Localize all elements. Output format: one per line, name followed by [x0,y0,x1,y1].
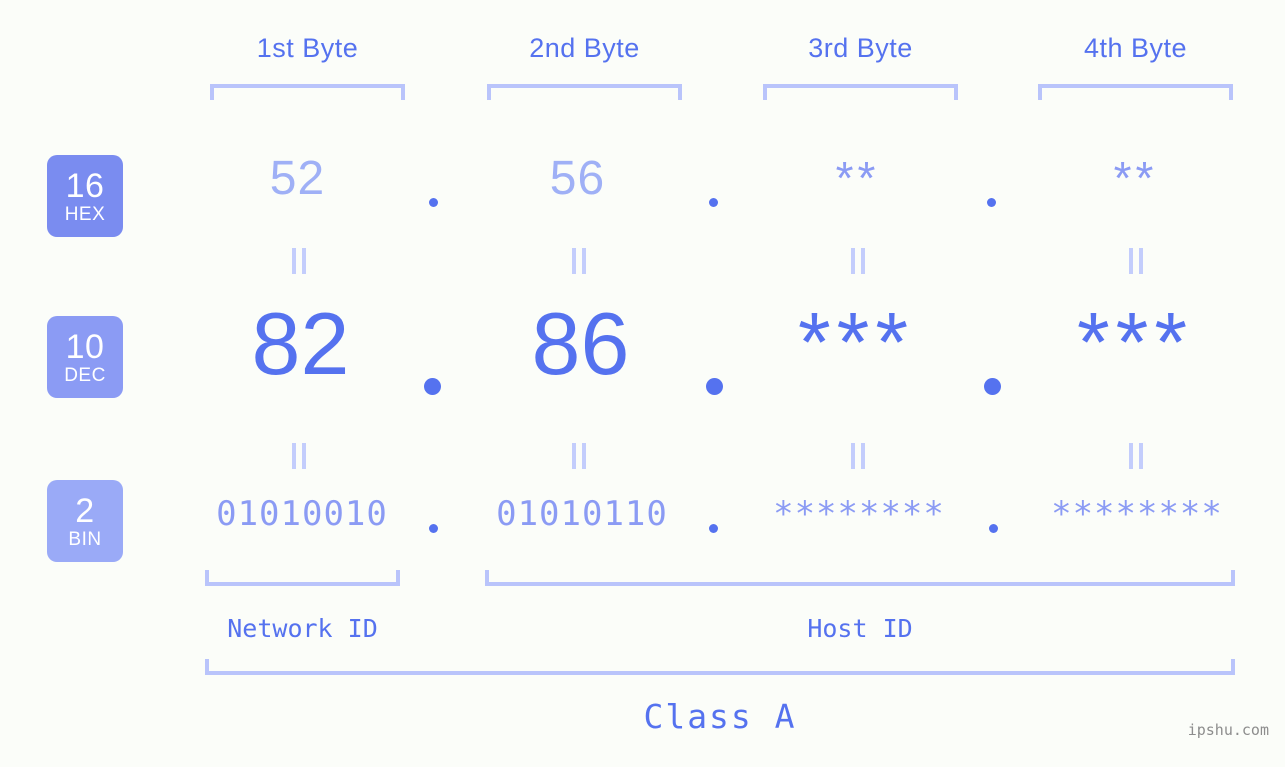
host-id-label: Host ID [807,614,913,643]
network-id-bracket [205,570,400,586]
byte-bracket-1 [210,84,405,100]
bin-byte-4: ******** [1051,494,1223,534]
hex-byte-1: 52 [269,152,326,205]
byte-header-4: 4th Byte [1083,33,1188,63]
bin-separator-3 [989,524,998,533]
base-badge-bin-number: 2 [75,491,95,530]
ip-breakdown-diagram: 1st Byte 2nd Byte 3rd Byte 4th Byte 16 H… [0,0,1285,767]
base-badge-dec-number: 10 [65,327,105,366]
equals-marker-hex-dec-3 [851,248,865,274]
byte-header-3: 3rd Byte [808,33,913,63]
bin-byte-2: 01010110 [496,494,668,534]
bin-byte-3: ******** [773,494,945,534]
hex-separator-1 [429,198,438,207]
equals-marker-hex-dec-1 [292,248,306,274]
hex-separator-2 [709,198,718,207]
base-badge-hex-name: HEX [64,203,106,225]
network-id-label: Network ID [227,614,378,643]
hex-byte-3: ** [835,152,880,204]
bin-separator-1 [429,524,438,533]
byte-bracket-4 [1038,84,1233,100]
bin-byte-1: 01010010 [216,494,388,534]
base-badge-dec-name: DEC [64,364,106,386]
bin-separator-2 [709,524,718,533]
hex-separator-3 [987,198,996,207]
dec-byte-1: 82 [251,294,350,393]
class-label: Class A [643,697,797,736]
equals-marker-dec-bin-1 [292,443,306,469]
dec-separator-3 [984,378,1001,395]
base-badge-bin: 2 BIN [47,480,123,562]
base-badge-dec: 10 DEC [47,316,123,398]
dec-byte-3: *** [797,295,915,389]
host-id-bracket [485,570,1235,586]
equals-marker-hex-dec-4 [1129,248,1143,274]
base-badge-hex-number: 16 [65,166,105,205]
byte-bracket-2 [487,84,682,100]
dec-byte-4: *** [1076,295,1194,389]
site-watermark: ipshu.com [1187,721,1269,739]
equals-marker-dec-bin-4 [1129,443,1143,469]
base-badge-hex: 16 HEX [47,155,123,237]
equals-marker-dec-bin-2 [572,443,586,469]
byte-header-1: 1st Byte [256,33,359,63]
hex-byte-4: ** [1113,152,1158,204]
dec-byte-2: 86 [531,294,630,393]
dec-separator-2 [706,378,723,395]
base-badge-bin-name: BIN [68,528,102,550]
hex-byte-2: 56 [549,152,606,205]
class-bracket [205,659,1235,675]
equals-marker-dec-bin-3 [851,443,865,469]
byte-header-2: 2nd Byte [529,33,640,63]
equals-marker-hex-dec-2 [572,248,586,274]
byte-bracket-3 [763,84,958,100]
dec-separator-1 [424,378,441,395]
